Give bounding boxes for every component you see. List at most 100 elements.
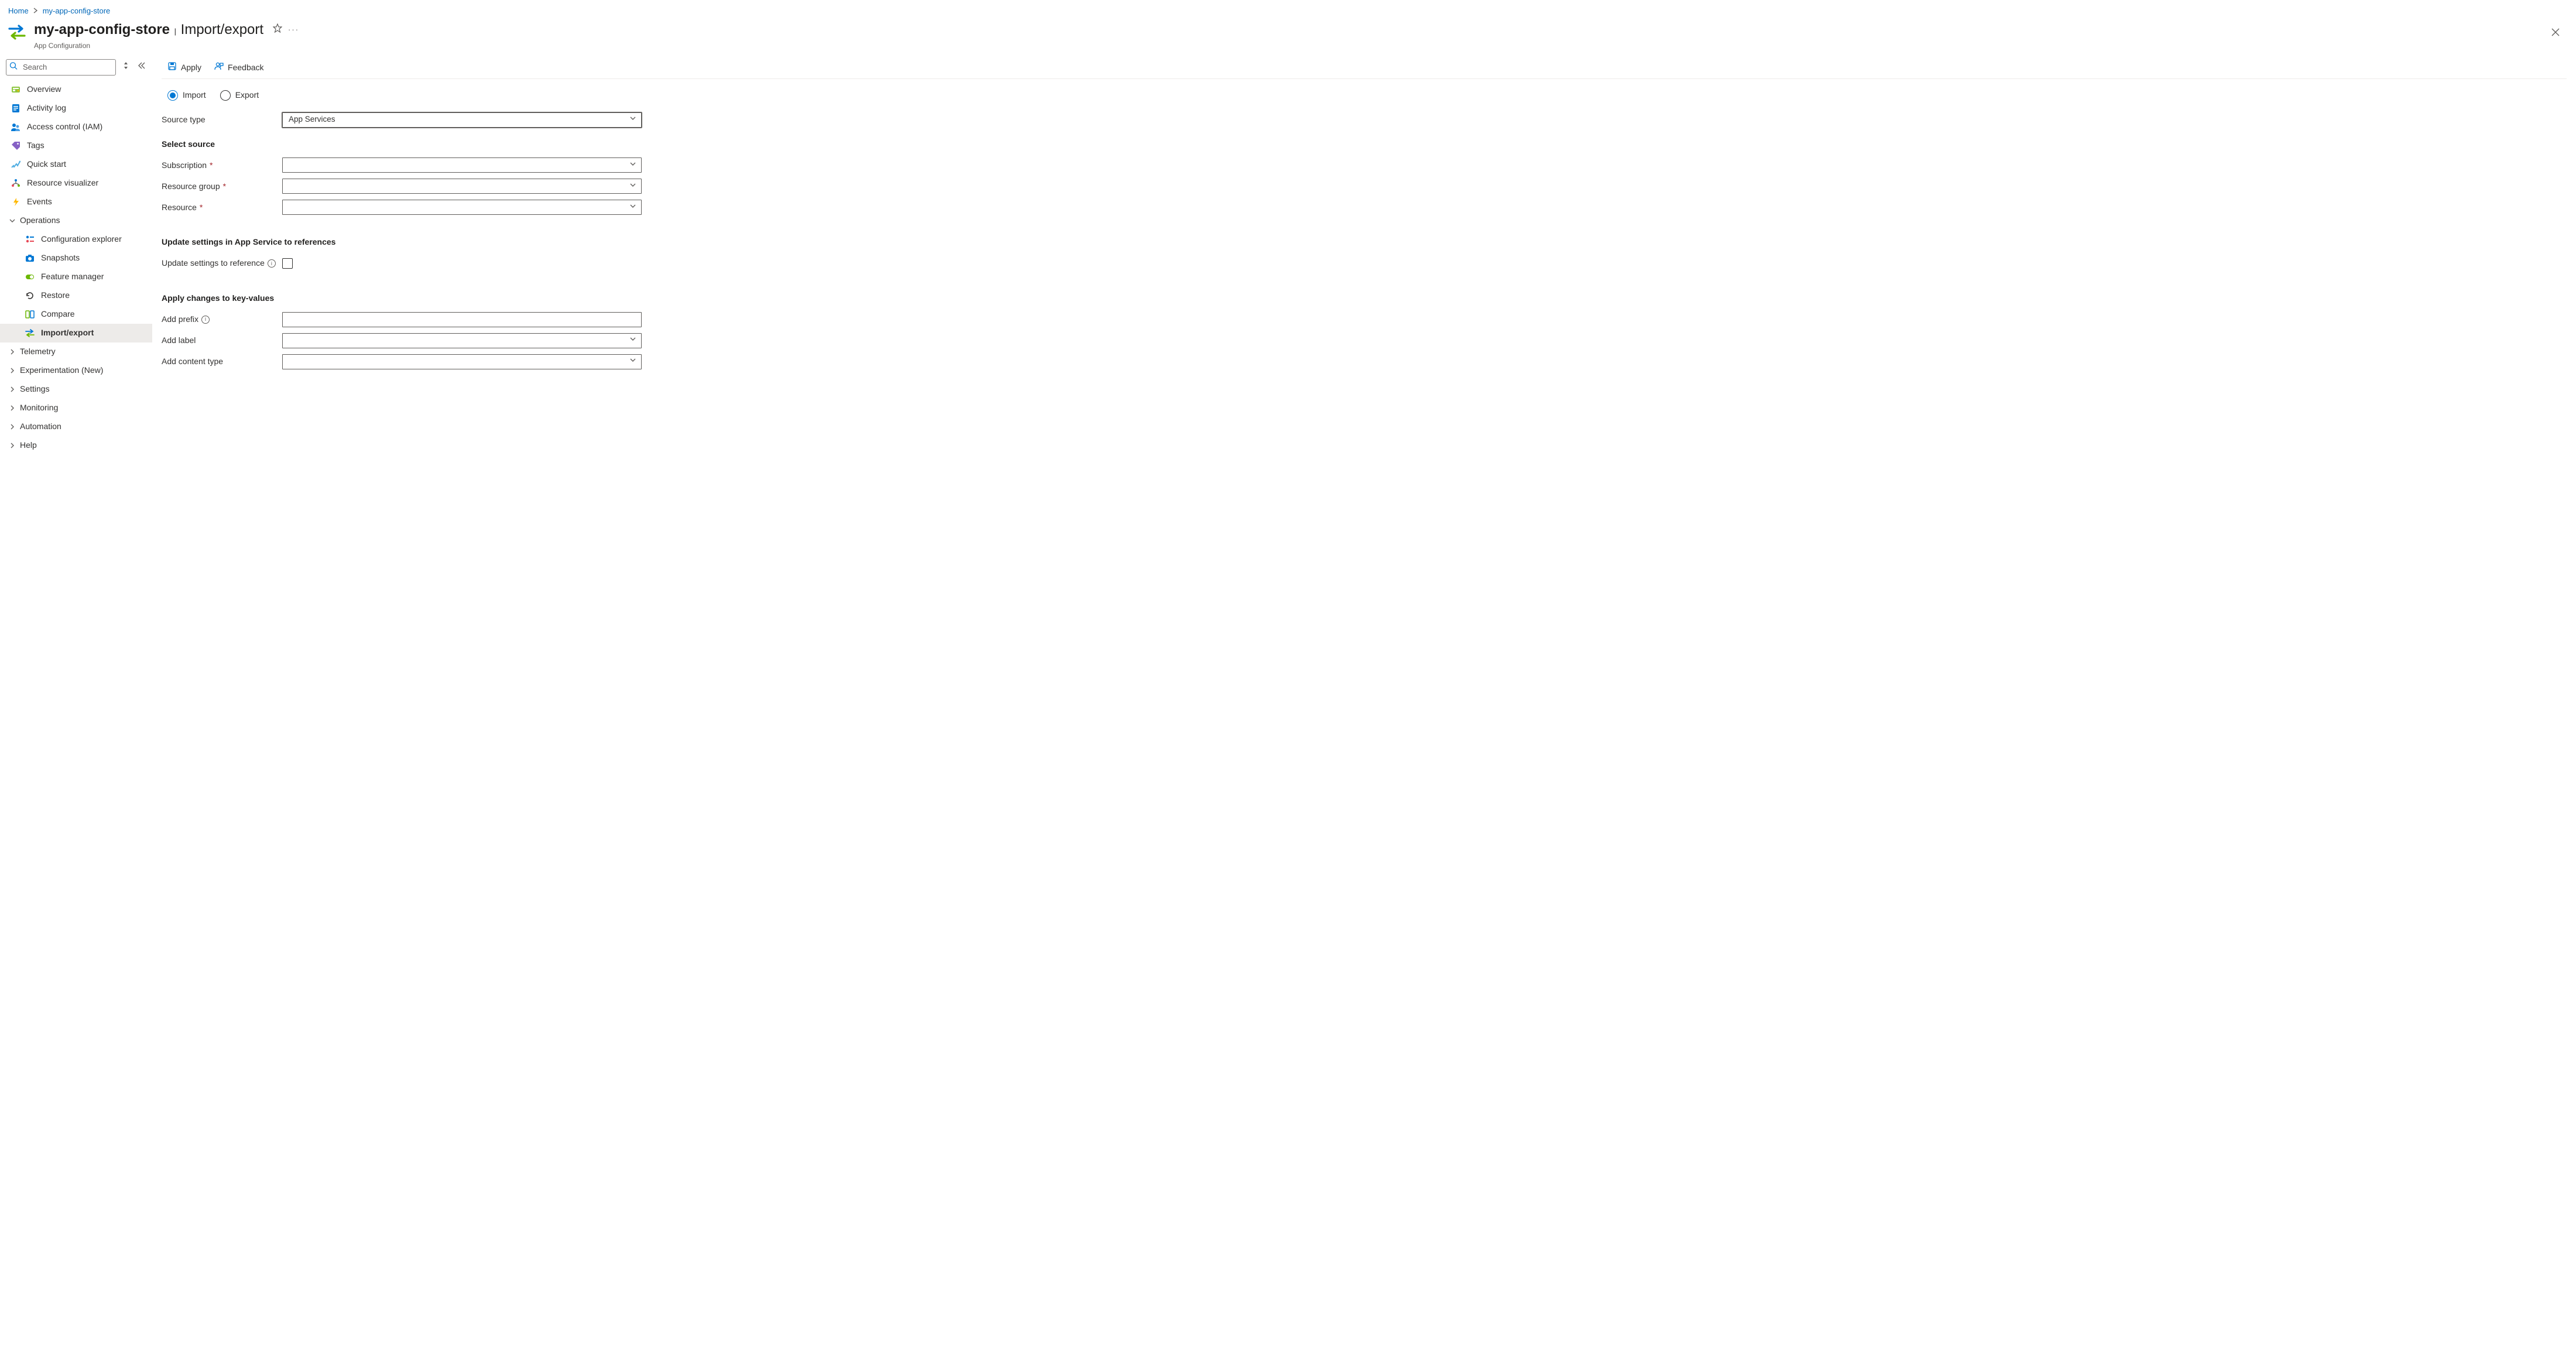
add-label-select[interactable] bbox=[282, 333, 642, 348]
feature-manager-icon bbox=[25, 272, 35, 282]
sidebar-item-label: Help bbox=[20, 440, 37, 451]
sidebar-item-access-control[interactable]: Access control (IAM) bbox=[0, 118, 152, 136]
sidebar-item-label: Import/export bbox=[41, 327, 94, 339]
sidebar-item-snapshots[interactable]: Snapshots bbox=[0, 249, 152, 268]
sidebar-item-quick-start[interactable]: Quick start bbox=[0, 155, 152, 174]
sidebar-search[interactable] bbox=[6, 59, 116, 76]
subscription-select[interactable] bbox=[282, 157, 642, 173]
sidebar-search-input[interactable] bbox=[6, 59, 116, 76]
import-radio[interactable]: Import bbox=[167, 90, 206, 101]
quick-start-icon bbox=[11, 160, 21, 169]
chevron-down-icon bbox=[629, 202, 636, 213]
sidebar-group-experimentation[interactable]: Experimentation (New) bbox=[0, 361, 152, 380]
page-header: my-app-config-store | Import/export App … bbox=[0, 20, 2576, 56]
page-title: Import/export bbox=[181, 22, 263, 37]
sidebar-group-settings[interactable]: Settings bbox=[0, 380, 152, 399]
favorite-star-icon[interactable] bbox=[273, 23, 282, 36]
sidebar-item-resource-visualizer[interactable]: Resource visualizer bbox=[0, 174, 152, 193]
more-actions-icon[interactable]: ··· bbox=[288, 25, 299, 35]
sidebar-group-telemetry[interactable]: Telemetry bbox=[0, 342, 152, 361]
chevron-right-icon bbox=[8, 368, 16, 374]
sidebar-item-compare[interactable]: Compare bbox=[0, 305, 152, 324]
chevron-right-icon bbox=[33, 6, 38, 16]
access-control-icon bbox=[11, 122, 21, 132]
sidebar-group-automation[interactable]: Automation bbox=[0, 417, 152, 436]
sidebar-item-label: Overview bbox=[27, 84, 61, 95]
add-prefix-input[interactable] bbox=[282, 312, 642, 327]
export-radio[interactable]: Export bbox=[220, 90, 259, 101]
mode-selector: Import Export bbox=[162, 86, 2567, 109]
sidebar-item-label: Automation bbox=[20, 421, 61, 433]
sidebar-item-activity-log[interactable]: Activity log bbox=[0, 99, 152, 118]
sidebar-item-label: Events bbox=[27, 196, 52, 208]
resource-label: Resource bbox=[162, 202, 197, 214]
sidebar-item-configuration-explorer[interactable]: Configuration explorer bbox=[0, 230, 152, 249]
sidebar-item-feature-manager[interactable]: Feature manager bbox=[0, 268, 152, 286]
feedback-button[interactable]: Feedback bbox=[214, 61, 263, 74]
compare-icon bbox=[25, 310, 35, 319]
sidebar-item-label: Compare bbox=[41, 309, 75, 320]
chevron-right-icon bbox=[8, 386, 16, 392]
feedback-label: Feedback bbox=[228, 62, 263, 74]
chevron-right-icon bbox=[8, 443, 16, 448]
apply-button[interactable]: Apply bbox=[167, 61, 201, 74]
breadcrumb-home[interactable]: Home bbox=[8, 6, 29, 16]
update-settings-heading: Update settings in App Service to refere… bbox=[162, 237, 2567, 248]
sort-icon[interactable] bbox=[121, 59, 131, 75]
info-icon[interactable]: i bbox=[201, 316, 210, 324]
chevron-down-icon bbox=[629, 181, 636, 192]
app-configuration-icon bbox=[8, 23, 26, 44]
sidebar-item-import-export[interactable]: Import/export bbox=[0, 324, 152, 342]
sidebar: Overview Activity log Access control (IA… bbox=[0, 57, 152, 467]
feedback-icon bbox=[214, 61, 224, 74]
sidebar-item-label: Activity log bbox=[27, 102, 66, 114]
chevron-down-icon bbox=[629, 114, 636, 125]
radio-unselected-icon bbox=[220, 90, 231, 101]
import-export-icon bbox=[25, 328, 35, 338]
add-label-label: Add label bbox=[162, 335, 196, 347]
resource-group-label: Resource group bbox=[162, 181, 220, 193]
sidebar-item-events[interactable]: Events bbox=[0, 193, 152, 211]
add-content-type-select[interactable] bbox=[282, 354, 642, 369]
sidebar-group-help[interactable]: Help bbox=[0, 436, 152, 455]
breadcrumb-resource[interactable]: my-app-config-store bbox=[43, 6, 111, 16]
radio-selected-icon bbox=[167, 90, 178, 101]
sidebar-group-monitoring[interactable]: Monitoring bbox=[0, 399, 152, 417]
source-type-label: Source type bbox=[162, 114, 282, 126]
sidebar-item-label: Restore bbox=[41, 290, 70, 302]
required-indicator: * bbox=[200, 202, 203, 214]
sidebar-item-label: Access control (IAM) bbox=[27, 121, 102, 133]
toolbar: Apply Feedback bbox=[162, 57, 2567, 80]
select-source-heading: Select source bbox=[162, 139, 2567, 150]
resource-group-select[interactable] bbox=[282, 179, 642, 194]
collapse-sidebar-icon[interactable] bbox=[136, 59, 148, 74]
sidebar-group-operations[interactable]: Operations bbox=[0, 211, 152, 230]
breadcrumb: Home my-app-config-store bbox=[0, 0, 2576, 20]
info-icon[interactable]: i bbox=[268, 259, 276, 268]
subscription-label: Subscription bbox=[162, 160, 207, 172]
sidebar-item-label: Quick start bbox=[27, 159, 66, 170]
sidebar-item-label: Experimentation (New) bbox=[20, 365, 103, 376]
overview-icon bbox=[11, 85, 21, 94]
chevron-down-icon bbox=[8, 218, 16, 224]
sidebar-item-label: Operations bbox=[20, 215, 60, 227]
sidebar-item-label: Feature manager bbox=[41, 271, 104, 283]
save-icon bbox=[167, 61, 177, 74]
sidebar-item-overview[interactable]: Overview bbox=[0, 80, 152, 99]
sidebar-item-restore[interactable]: Restore bbox=[0, 286, 152, 305]
resource-select[interactable] bbox=[282, 200, 642, 215]
sidebar-item-tags[interactable]: Tags bbox=[0, 136, 152, 155]
update-settings-checkbox[interactable] bbox=[282, 258, 293, 269]
resource-type-label: App Configuration bbox=[34, 41, 263, 51]
sidebar-item-label: Snapshots bbox=[41, 252, 80, 264]
import-radio-label: Import bbox=[183, 90, 206, 101]
required-indicator: * bbox=[223, 181, 226, 193]
source-type-select[interactable]: App Services bbox=[282, 112, 642, 128]
chevron-right-icon bbox=[8, 405, 16, 411]
chevron-down-icon bbox=[629, 160, 636, 171]
source-type-value: App Services bbox=[289, 114, 335, 125]
close-blade-button[interactable] bbox=[2548, 22, 2563, 44]
title-separator: | bbox=[172, 27, 179, 36]
sidebar-item-label: Resource visualizer bbox=[27, 177, 98, 189]
search-icon bbox=[9, 61, 18, 73]
